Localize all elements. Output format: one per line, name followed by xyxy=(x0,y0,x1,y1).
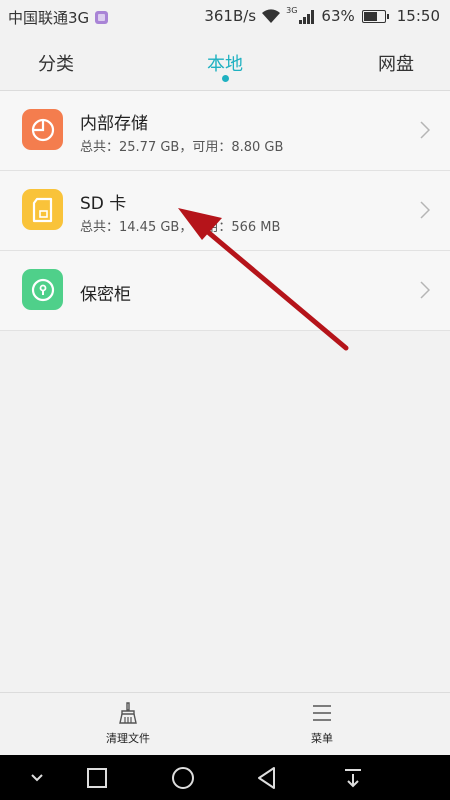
menu-button[interactable]: 菜单 xyxy=(272,701,372,746)
storage-item-title: 保密柜 xyxy=(80,285,131,305)
storage-item-sd-card[interactable]: SD 卡 总共：14.45 GB，可用：566 MB xyxy=(0,171,450,251)
status-right: 361B/s 3G 63% 15:50 xyxy=(204,5,440,26)
lock-icon xyxy=(22,269,63,310)
notification-pull-down-icon[interactable] xyxy=(340,765,366,791)
storage-item-internal[interactable]: 内部存储 总共：25.77 GB，可用：8.80 GB xyxy=(0,91,450,171)
storage-list: 内部存储 总共：25.77 GB，可用：8.80 GB SD 卡 总共：14.4… xyxy=(0,91,450,331)
storage-item-title: SD 卡 xyxy=(80,194,127,214)
storage-item-title: 内部存储 xyxy=(80,114,148,134)
chevron-right-icon xyxy=(420,281,430,299)
clean-files-label: 清理文件 xyxy=(106,732,150,745)
carrier-name: 中国联通3G xyxy=(8,9,90,27)
network-type-label: 3G xyxy=(286,5,298,15)
clean-files-button[interactable]: 清理文件 xyxy=(78,701,178,746)
tab-bar: 分类 本地 网盘 xyxy=(0,34,450,91)
sd-card-icon xyxy=(22,189,63,230)
broom-icon xyxy=(119,702,137,724)
chevron-right-icon xyxy=(420,121,430,139)
signal-icon xyxy=(299,9,315,24)
wifi-icon xyxy=(262,8,281,23)
tab-cloud-drive[interactable]: 网盘 xyxy=(378,50,414,76)
menu-icon xyxy=(313,705,331,721)
pie-chart-icon xyxy=(22,109,63,150)
recent-apps-icon[interactable] xyxy=(84,765,110,791)
bottom-toolbar: 清理文件 菜单 xyxy=(0,692,450,756)
menu-label: 菜单 xyxy=(311,732,333,745)
storage-item-capacity: 总共：14.45 GB，可用：566 MB xyxy=(80,220,281,235)
chevron-down-icon[interactable] xyxy=(24,765,50,791)
tab-categories[interactable]: 分类 xyxy=(38,50,74,76)
back-icon[interactable] xyxy=(254,765,280,791)
notification-icon xyxy=(95,11,109,24)
tab-local[interactable]: 本地 xyxy=(207,50,243,76)
status-bar: 中国联通3G 361B/s 3G 63% 15:50 xyxy=(0,0,450,34)
status-left: 中国联通3G xyxy=(8,7,109,28)
chevron-right-icon xyxy=(420,201,430,219)
battery-icon xyxy=(361,9,389,23)
tab-selected-indicator xyxy=(222,75,229,82)
network-speed: 361B/s xyxy=(204,7,257,25)
system-navigation-bar xyxy=(0,755,450,800)
storage-item-safe[interactable]: 保密柜 xyxy=(0,251,450,331)
clock: 15:50 xyxy=(396,7,440,25)
home-icon[interactable] xyxy=(170,765,196,791)
battery-percent: 63% xyxy=(321,7,355,25)
storage-item-capacity: 总共：25.77 GB，可用：8.80 GB xyxy=(80,140,284,155)
